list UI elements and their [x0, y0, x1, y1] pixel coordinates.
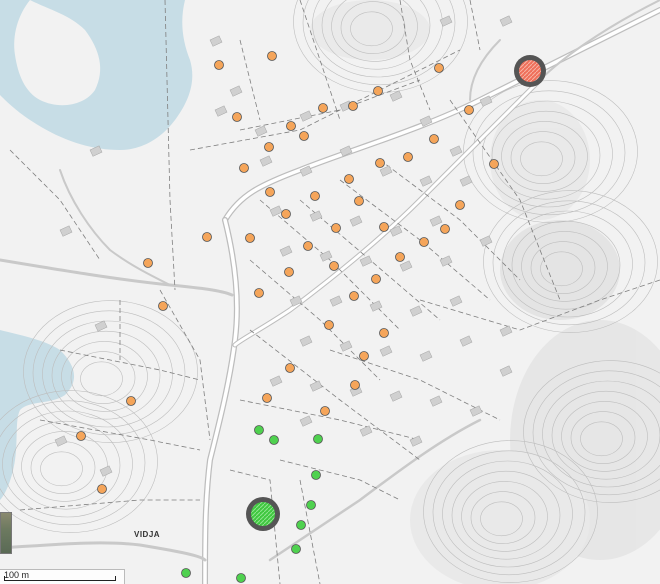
selected-orange-marker[interactable] [514, 55, 546, 87]
orange-marker[interactable] [489, 159, 499, 169]
orange-marker[interactable] [350, 380, 360, 390]
orange-marker[interactable] [202, 232, 212, 242]
orange-marker[interactable] [344, 174, 354, 184]
green-marker[interactable] [296, 520, 306, 530]
orange-marker[interactable] [379, 222, 389, 232]
orange-marker[interactable] [239, 163, 249, 173]
orange-marker[interactable] [158, 301, 168, 311]
orange-marker[interactable] [395, 252, 405, 262]
orange-marker[interactable] [464, 105, 474, 115]
green-marker[interactable] [291, 544, 301, 554]
green-marker[interactable] [269, 435, 279, 445]
orange-marker[interactable] [379, 328, 389, 338]
orange-marker[interactable] [348, 101, 358, 111]
orange-marker[interactable] [126, 396, 136, 406]
scale-bar: 100 m [0, 569, 125, 584]
map-view[interactable]: VIDJA 100 m [0, 0, 660, 584]
orange-marker[interactable] [232, 112, 242, 122]
orange-marker[interactable] [375, 158, 385, 168]
orange-marker[interactable] [286, 121, 296, 131]
place-label: VIDJA [134, 530, 161, 539]
orange-marker[interactable] [429, 134, 439, 144]
orange-marker[interactable] [324, 320, 334, 330]
orange-marker[interactable] [76, 431, 86, 441]
orange-marker[interactable] [285, 363, 295, 373]
orange-marker[interactable] [214, 60, 224, 70]
orange-marker[interactable] [419, 237, 429, 247]
orange-marker[interactable] [359, 351, 369, 361]
green-marker[interactable] [313, 434, 323, 444]
orange-marker[interactable] [455, 200, 465, 210]
orange-marker[interactable] [262, 393, 272, 403]
orange-marker[interactable] [440, 224, 450, 234]
orange-marker[interactable] [267, 51, 277, 61]
orange-marker[interactable] [284, 267, 294, 277]
orange-marker[interactable] [403, 152, 413, 162]
orange-marker[interactable] [318, 103, 328, 113]
orange-marker[interactable] [331, 223, 341, 233]
orange-marker[interactable] [320, 406, 330, 416]
orange-marker[interactable] [303, 241, 313, 251]
orange-marker[interactable] [265, 187, 275, 197]
map-canvas[interactable] [0, 0, 660, 584]
orange-marker[interactable] [434, 63, 444, 73]
orange-marker[interactable] [97, 484, 107, 494]
orange-marker[interactable] [349, 291, 359, 301]
green-marker[interactable] [306, 500, 316, 510]
orange-marker[interactable] [254, 288, 264, 298]
orange-marker[interactable] [143, 258, 153, 268]
green-marker[interactable] [311, 470, 321, 480]
orange-marker[interactable] [371, 274, 381, 284]
green-marker[interactable] [254, 425, 264, 435]
orange-marker[interactable] [373, 86, 383, 96]
orange-marker[interactable] [245, 233, 255, 243]
orange-marker[interactable] [281, 209, 291, 219]
scale-bar-line [4, 576, 116, 581]
basemap-thumbnail[interactable] [0, 512, 12, 554]
orange-marker[interactable] [354, 196, 364, 206]
green-marker[interactable] [236, 573, 246, 583]
selected-green-marker[interactable] [246, 497, 280, 531]
green-marker[interactable] [181, 568, 191, 578]
orange-marker[interactable] [299, 131, 309, 141]
orange-marker[interactable] [310, 191, 320, 201]
orange-marker[interactable] [264, 142, 274, 152]
orange-marker[interactable] [329, 261, 339, 271]
